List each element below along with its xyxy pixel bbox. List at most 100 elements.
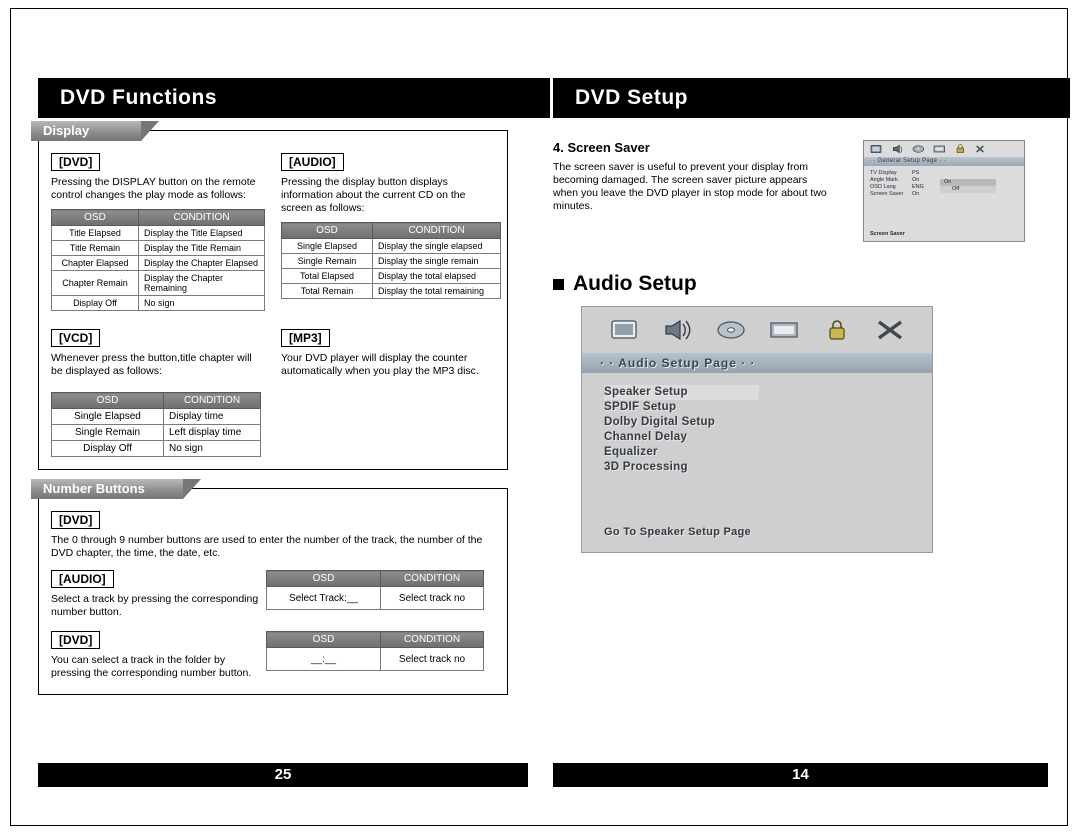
display-vcd-block: [VCD] Whenever press the button,title ch… [51, 329, 273, 457]
row-value: On [912, 177, 920, 183]
display-audio-tag: [AUDIO] [281, 153, 344, 171]
col-osd: OSD [266, 631, 381, 648]
cell-osd: Total Remain [281, 283, 373, 299]
display-dvd-tag: [DVD] [51, 153, 101, 171]
screen-saver-block: 4. Screen Saver The screen saver is usef… [553, 140, 853, 242]
number-audio-text: Select a track by pressing the correspon… [51, 593, 259, 618]
table-row: Single Elapsed Display the single elapsed [281, 238, 501, 254]
col-condition: CONDITION [138, 209, 265, 226]
display-section: Display [DVD] Pressing the DISPLAY butto… [31, 121, 508, 470]
disc-icon [912, 145, 924, 153]
menu-item-spdif-setup[interactable]: SPDIF Setup [604, 400, 932, 415]
table-row: Total Remain Display the total remaining [281, 283, 501, 299]
menu-item-equalizer[interactable]: Equalizer [604, 445, 932, 460]
right-page-title: DVD Setup [553, 78, 1070, 118]
table-row: Single Elapsed Display time [51, 408, 261, 425]
number-dvd2-block: [DVD] You can select a track in the fold… [51, 631, 266, 680]
video-icon[interactable] [769, 318, 799, 342]
table-row: Display Off No sign [51, 440, 261, 457]
number-audio-block: [AUDIO] Select a track by pressing the c… [51, 570, 266, 619]
cell-condition: Display the Chapter Remaining [138, 270, 265, 296]
cell-condition: Display time [163, 408, 261, 425]
cell-condition: No sign [163, 440, 261, 457]
table-row: Chapter Remain Display the Chapter Remain… [51, 270, 265, 296]
audio-setup-icon-bar [582, 307, 932, 353]
left-page-title: DVD Functions [38, 78, 550, 118]
option-off[interactable]: Off [940, 186, 996, 193]
general-setup-preview: · · General Setup Page · · TV Display PS … [863, 140, 1025, 242]
col-osd: OSD [281, 222, 373, 239]
list-item: TV Display PS [870, 170, 1024, 177]
audio-setup-footer: Go To Speaker Setup Page [604, 526, 751, 538]
row-value: PS [912, 170, 920, 176]
cell-condition: Display the Title Remain [138, 240, 265, 256]
tv-icon [870, 145, 882, 153]
document-page: DVD Functions Display [DVD] Pressing the… [0, 0, 1080, 834]
table-row: __:__ Select track no [266, 647, 484, 671]
right-page-number: 14 [553, 763, 1048, 787]
menu-item-3d-processing[interactable]: 3D Processing [604, 460, 932, 475]
mini-setup-title: · · General Setup Page · · [864, 157, 1024, 166]
display-mp3-text: Your DVD player will display the counter… [281, 352, 479, 377]
cell-condition: Display the Chapter Elapsed [138, 255, 265, 271]
table-row: Single Remain Display the single remain [281, 253, 501, 269]
display-mp3-tag: [MP3] [281, 329, 330, 347]
table-row: Display Off No sign [51, 295, 265, 311]
number-dvd2-table: OSD CONDITION __:__ Select track no [266, 631, 484, 671]
video-icon [933, 145, 945, 153]
menu-item-channel-delay[interactable]: Channel Delay [604, 430, 932, 445]
col-condition: CONDITION [163, 392, 261, 409]
lock-icon [956, 144, 964, 153]
cell-condition: Display the Title Elapsed [138, 225, 265, 241]
display-dvd-text: Pressing the DISPLAY button on the remot… [51, 176, 256, 201]
lock-icon[interactable] [822, 318, 852, 342]
cell-osd: Title Elapsed [51, 225, 139, 241]
cell-condition: Display the total remaining [372, 283, 501, 299]
table-row: Chapter Elapsed Display the Chapter Elaps… [51, 255, 265, 271]
number-dvd-tag: [DVD] [51, 511, 101, 529]
tools-icon[interactable] [875, 318, 905, 342]
display-vcd-table: OSD CONDITION Single Elapsed Display time… [51, 392, 261, 457]
display-section-tab: Display [31, 121, 159, 141]
speaker-icon [893, 144, 902, 154]
disc-icon[interactable] [716, 318, 746, 342]
tv-icon[interactable] [610, 318, 640, 342]
cell-condition: Select track no [380, 586, 484, 610]
audio-setup-screen: · · Audio Setup Page · · Speaker Setup S… [581, 306, 933, 553]
number-dvd-text: The 0 through 9 number buttons are used … [51, 534, 483, 559]
audio-setup-page-title: · · Audio Setup Page · · [582, 353, 932, 373]
col-condition: CONDITION [372, 222, 501, 239]
number-buttons-section: Number Buttons [DVD] The 0 through 9 num… [31, 479, 508, 695]
mini-setup-footer: Screen Saver [870, 231, 905, 237]
col-condition: CONDITION [380, 631, 484, 648]
cell-condition: Display the single remain [372, 253, 501, 269]
row-label: TV Display [870, 170, 897, 176]
display-audio-table: OSD CONDITION Single Elapsed Display the … [281, 222, 501, 299]
number-dvd2-text: You can select a track in the folder by … [51, 654, 252, 679]
cell-osd: Chapter Remain [51, 270, 139, 296]
speaker-icon[interactable] [663, 318, 693, 342]
table-row: Title Elapsed Display the Title Elapsed [51, 225, 265, 241]
screen-saver-text: The screen saver is useful to prevent yo… [553, 161, 827, 212]
left-page: DVD Functions Display [DVD] Pressing the… [31, 78, 550, 787]
cell-condition: Display the total elapsed [372, 268, 501, 284]
menu-item-dolby-digital-setup[interactable]: Dolby Digital Setup [604, 415, 932, 430]
cell-condition: Select track no [380, 647, 484, 671]
cell-osd: Chapter Elapsed [51, 255, 139, 271]
menu-item-speaker-setup[interactable]: Speaker Setup [604, 385, 759, 400]
cell-osd: __:__ [266, 647, 381, 671]
audio-setup-heading-row: Audio Setup [553, 272, 1048, 296]
right-page: DVD Setup 4. Screen Saver The screen sav… [553, 78, 1070, 787]
col-condition: CONDITION [380, 570, 484, 587]
cell-osd: Select Track:__ [266, 586, 381, 610]
option-on[interactable]: On [940, 179, 996, 186]
audio-setup-heading: Audio Setup [573, 272, 697, 295]
cell-osd: Title Remain [51, 240, 139, 256]
display-audio-block: [AUDIO] Pressing the display button disp… [273, 153, 501, 311]
table-row: Select Track:__ Select track no [266, 586, 484, 610]
bullet-square-icon [553, 278, 564, 290]
screen-saver-options[interactable]: On Off [940, 179, 996, 193]
number-dvd2-tag: [DVD] [51, 631, 101, 649]
screen-saver-heading: 4. Screen Saver [553, 140, 650, 155]
row-value: ENG [912, 184, 924, 190]
